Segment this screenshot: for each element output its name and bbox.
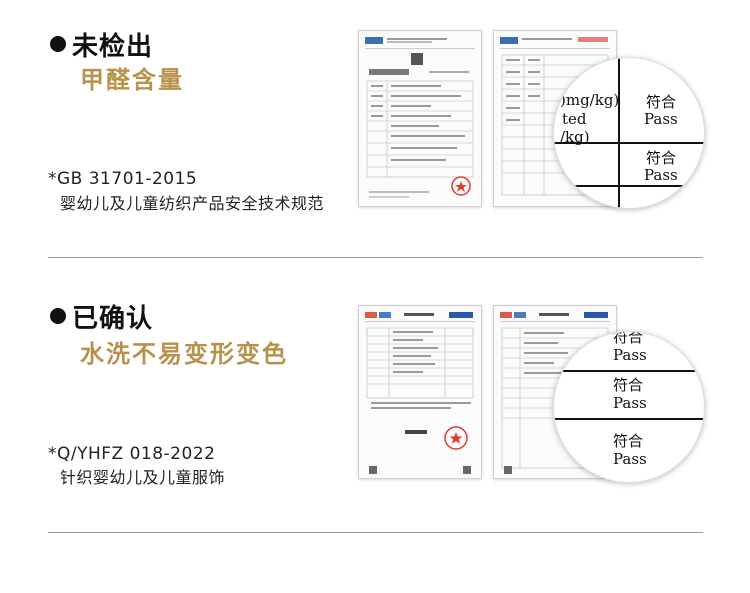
report-page-1-graphic — [365, 37, 475, 198]
section-divider — [48, 532, 703, 533]
zoom-table-hline — [554, 185, 704, 187]
zoom-result-cn: 符合 — [646, 93, 677, 111]
test-report-page-1 — [358, 30, 482, 207]
zoom-result-cn: 符合 — [613, 432, 644, 450]
section2-standard-code: *Q/YHFZ 018-2022 — [48, 444, 216, 464]
section2-standard-name: 针织婴幼儿及儿童服饰 — [60, 468, 226, 487]
bullet-dot-icon — [50, 36, 66, 52]
zoom-unit-text: ted — [562, 110, 587, 128]
zoom-table-hline — [554, 418, 704, 420]
zoom-result-en: Pass — [613, 346, 647, 364]
section1-subheading: 甲醛含量 — [80, 66, 184, 94]
section2-heading: 已确认 — [50, 298, 153, 335]
section-wash-stability: 已确认 水洗不易变形变色 *Q/YHFZ 018-2022 针织婴幼儿及儿童服饰 — [0, 258, 750, 593]
section2-subheading: 水洗不易变形变色 — [80, 340, 288, 368]
section2-heading-text: 已确认 — [72, 304, 154, 334]
zoom-result-en: Pass — [644, 110, 678, 128]
magnifier-detail-1: )mg/kg) ted /kg) 符合 Pass 符合 Pass — [553, 57, 705, 209]
zoom-result-en: Pass — [613, 394, 647, 412]
bullet-dot-icon — [50, 308, 66, 324]
section-formaldehyde: 未检出 甲醛含量 *GB 31701-2015 婴幼儿及儿童纺织产品安全技术规范 — [0, 0, 750, 258]
section1-heading: 未检出 — [50, 26, 153, 63]
magnifier-detail-2: 符合 Pass 符合 Pass 符合 Pass — [553, 331, 705, 483]
report-page-3-graphic — [365, 312, 475, 474]
zoom-result-en: Pass — [613, 450, 647, 468]
zoom-result-cn: 符合 — [613, 376, 644, 394]
test-report-page-3 — [358, 305, 482, 479]
zoom-result-cn: 符合 — [613, 331, 644, 346]
zoom-unit-text: /kg) — [560, 128, 590, 146]
zoom-unit-text: )mg/kg) — [560, 91, 620, 109]
section1-standard-code: *GB 31701-2015 — [48, 169, 198, 189]
section1-standard-name: 婴幼儿及儿童纺织产品安全技术规范 — [60, 194, 325, 213]
section1-heading-text: 未检出 — [72, 32, 154, 62]
zoom-table-hline — [554, 370, 704, 372]
zoom-result-en: Pass — [644, 166, 678, 184]
zoom-result-cn: 符合 — [646, 149, 677, 167]
